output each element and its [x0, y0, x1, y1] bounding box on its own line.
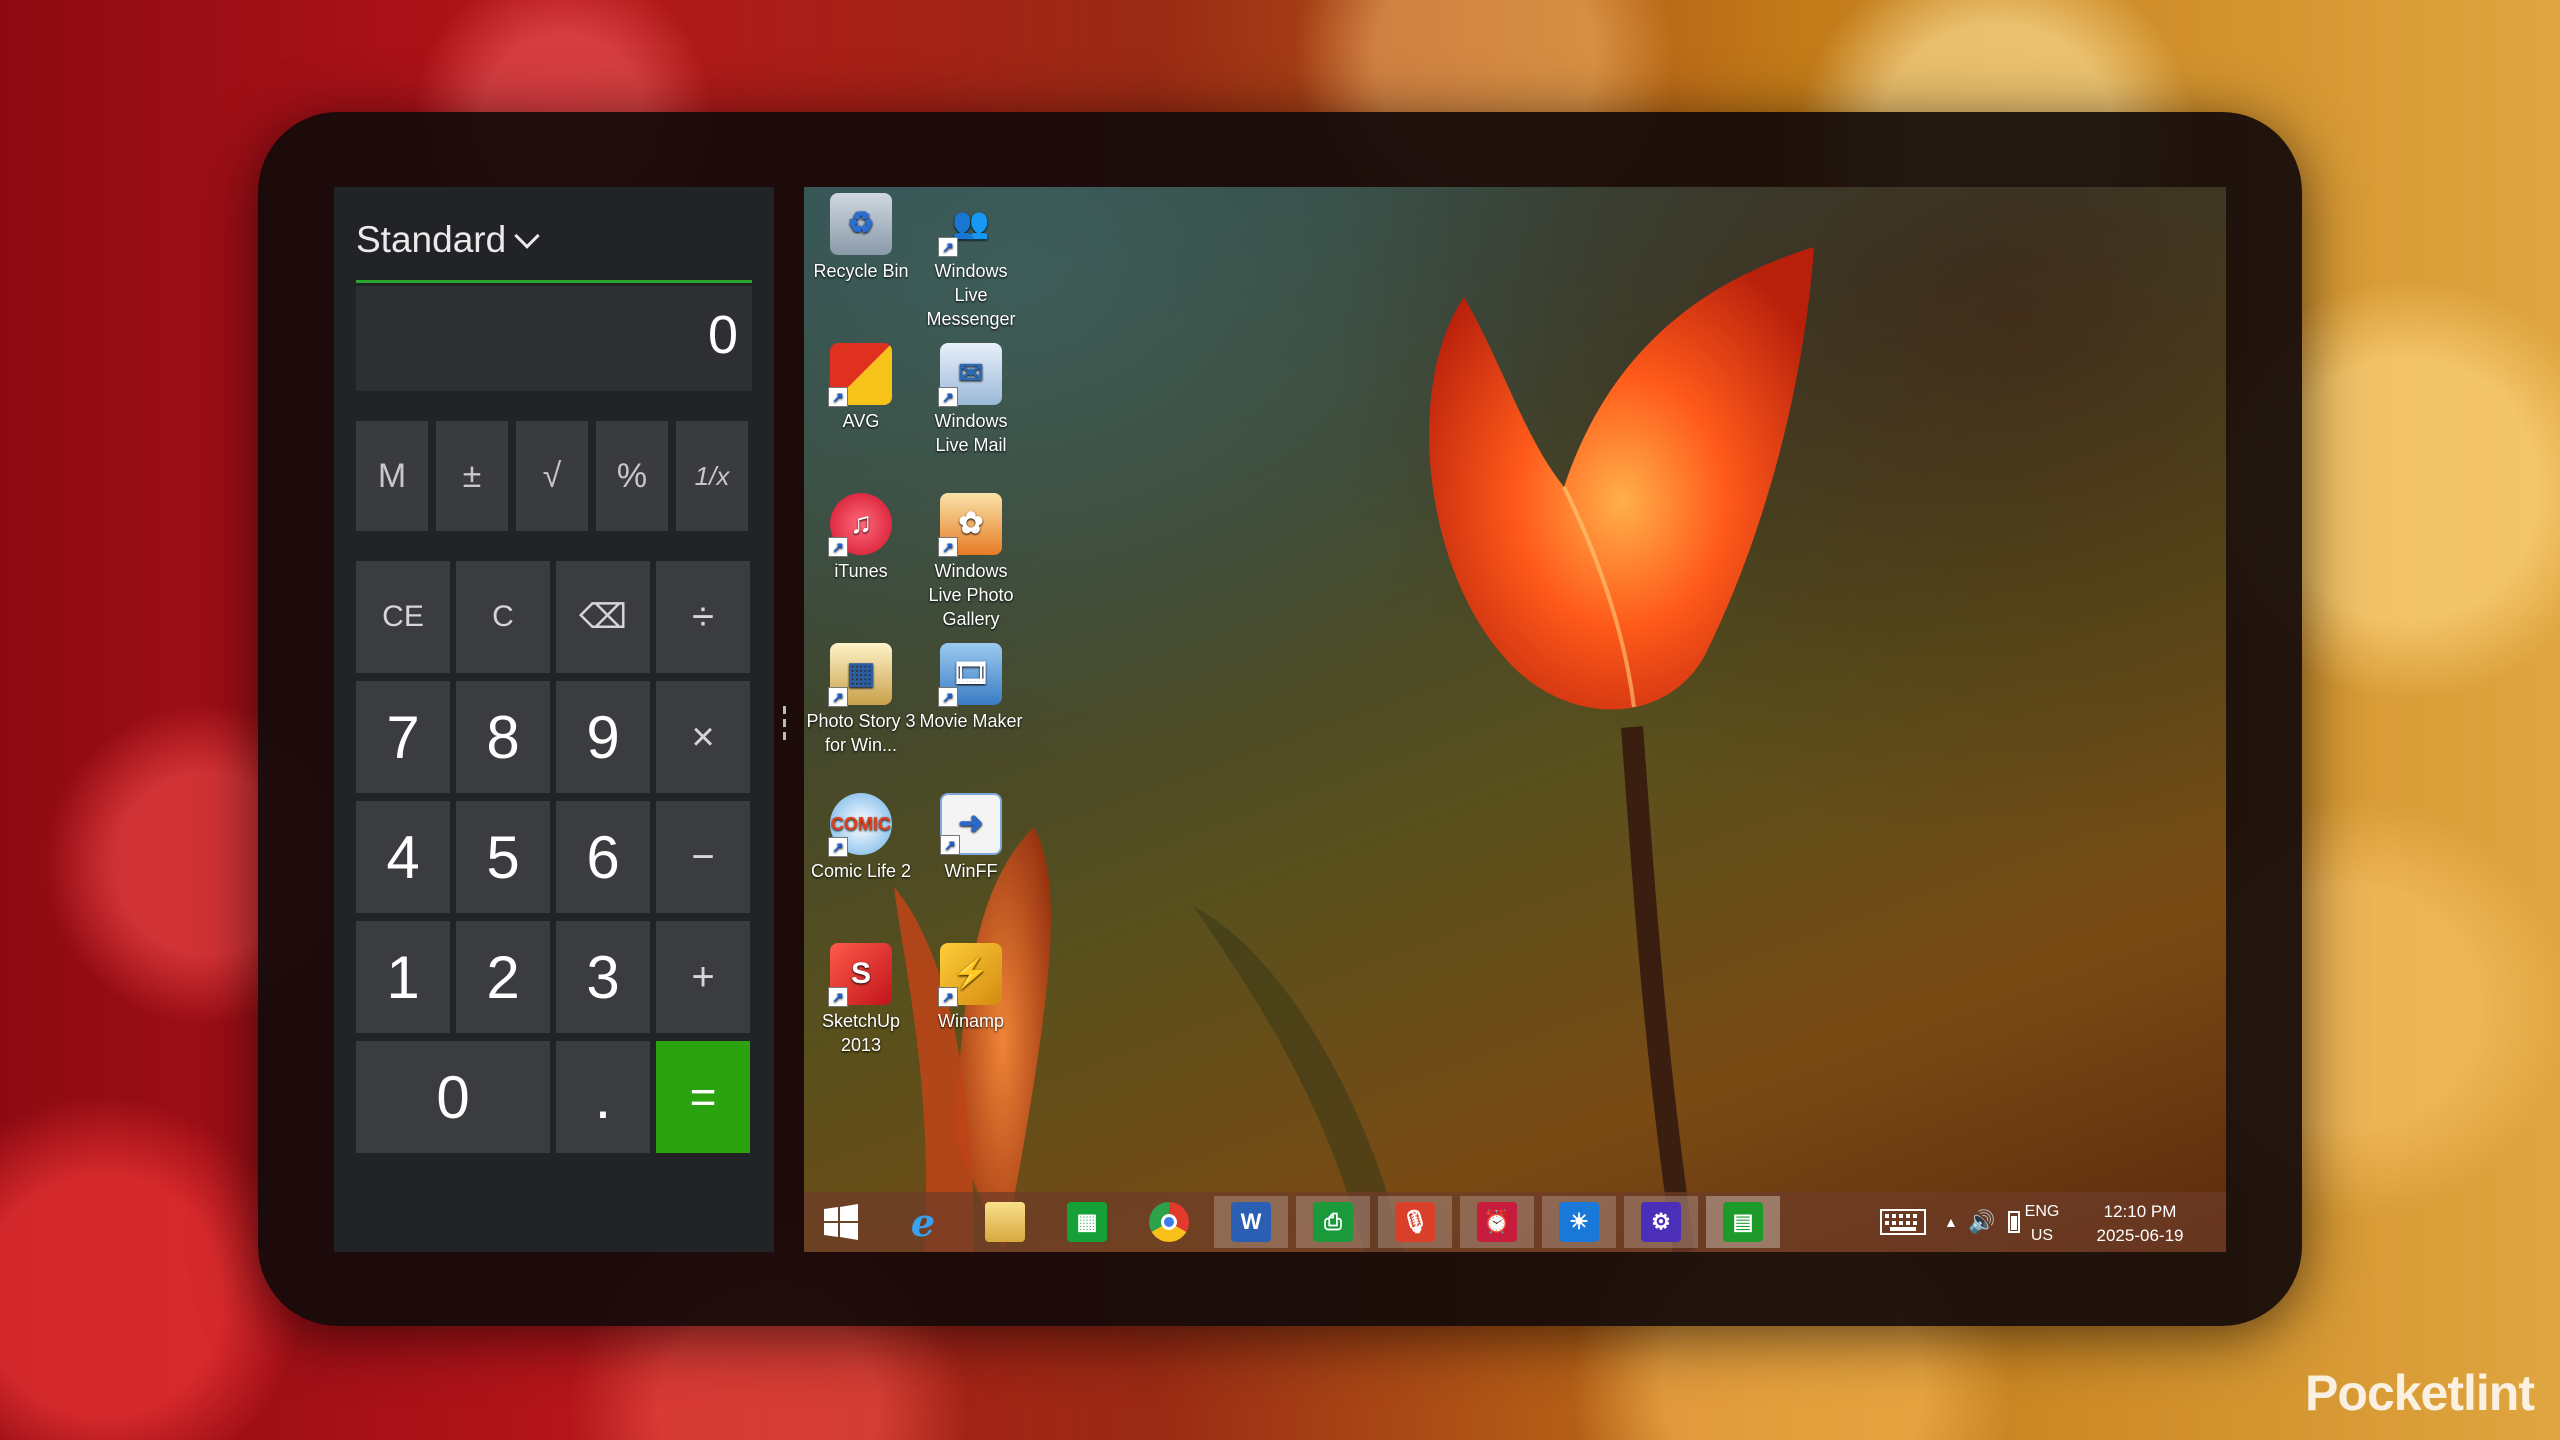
- file-explorer-icon: [985, 1202, 1025, 1242]
- desktop-icon-mail[interactable]: ✉ ↗ Windows Live Mail: [916, 337, 1026, 457]
- weather-icon: ☀: [1559, 1202, 1599, 1242]
- battery-icon: [2008, 1211, 2020, 1233]
- avg-icon: ↗: [828, 343, 892, 407]
- clock-time: 12:10 PM: [2103, 1202, 2177, 1221]
- digit-9-button[interactable]: 9: [556, 681, 650, 793]
- store-icon: ▦: [1067, 1202, 1107, 1242]
- desktop-icon-comic-life[interactable]: COMIC ↗ Comic Life 2: [806, 787, 916, 883]
- windows-start-icon: [821, 1202, 861, 1242]
- desktop-icon-photo-gallery[interactable]: ✿ ↗ Windows Live Photo Gallery: [916, 487, 1026, 631]
- subtract-button[interactable]: −: [656, 801, 750, 913]
- taskbar: e ▦ W ⎙ 🎙 ⏰ ☀ ⚙ ▤ ▲ 🔊 ENG US 12:10 PM 20…: [804, 1192, 2226, 1252]
- comic-life-icon: COMIC ↗: [828, 793, 892, 857]
- green-app-icon: ⎙: [1313, 1202, 1353, 1242]
- desktop-icon-winamp[interactable]: ⚡ ↗ Winamp: [916, 937, 1026, 1033]
- sketchup-icon: S ↗: [828, 943, 892, 1007]
- taskbar-settings[interactable]: ⚙: [1624, 1196, 1698, 1248]
- desktop-icon-recycle-bin[interactable]: ♻ Recycle Bin: [806, 187, 916, 283]
- digit-1-button[interactable]: 1: [356, 921, 450, 1033]
- taskbar-file-explorer[interactable]: [968, 1196, 1042, 1248]
- speaker-icon: 🔊: [1968, 1209, 1996, 1234]
- taskbar-internet-explorer[interactable]: e: [886, 1196, 960, 1248]
- desktop: ♻ Recycle Bin 👥 ↗ Windows Live Messenger …: [804, 187, 2226, 1252]
- winff-icon: ➜ ↗: [940, 793, 1002, 855]
- pocketlint-watermark: Pocketlint: [2305, 1365, 2535, 1421]
- equals-button[interactable]: =: [656, 1041, 750, 1153]
- winamp-icon: ⚡ ↗: [938, 943, 1002, 1007]
- clock-date: 2025-06-19: [2096, 1226, 2184, 1245]
- messenger-icon: 👥 ↗: [938, 193, 1002, 257]
- percent-button[interactable]: %: [596, 421, 668, 531]
- add-button[interactable]: +: [656, 921, 750, 1033]
- clear-button[interactable]: C: [456, 561, 550, 673]
- settings-icon: ⚙: [1641, 1202, 1681, 1242]
- chevron-down-icon: [514, 223, 540, 249]
- input-language-indicator[interactable]: ENG US: [2020, 1200, 2064, 1248]
- taskbar-chrome[interactable]: [1132, 1196, 1206, 1248]
- clear-entry-button[interactable]: CE: [356, 561, 450, 673]
- calculator-app: Standard 0 M ± √ % 1/x CE C ⌫ ÷ 7 8 9 × …: [334, 187, 774, 1252]
- keyboard-icon: [1880, 1209, 1926, 1235]
- digit-0-button[interactable]: 0: [356, 1041, 550, 1153]
- desktop-icon-messenger[interactable]: 👥 ↗ Windows Live Messenger: [916, 187, 1026, 331]
- digit-2-button[interactable]: 2: [456, 921, 550, 1033]
- taskbar-green-app[interactable]: ⎙: [1296, 1196, 1370, 1248]
- movie-maker-icon: 🎞 ↗: [938, 643, 1002, 707]
- desktop-icon-avg[interactable]: ↗ AVG: [806, 337, 916, 433]
- backspace-icon: ⌫: [578, 598, 628, 636]
- tablet-screen: Standard 0 M ± √ % 1/x CE C ⌫ ÷ 7 8 9 × …: [334, 187, 2226, 1252]
- taskbar-sound-recorder[interactable]: 🎙: [1378, 1196, 1452, 1248]
- digit-5-button[interactable]: 5: [456, 801, 550, 913]
- snap-splitter-handle[interactable]: [781, 702, 793, 744]
- recycle-bin-icon: ♻: [830, 193, 892, 255]
- itunes-icon: ♫ ↗: [828, 493, 892, 557]
- square-root-button[interactable]: √: [516, 421, 588, 531]
- negate-button[interactable]: ±: [436, 421, 508, 531]
- show-hidden-icons-button[interactable]: ▲: [1944, 1192, 1964, 1252]
- touch-keyboard-button[interactable]: [1880, 1192, 1936, 1252]
- sound-recorder-icon: 🎙: [1395, 1202, 1435, 1242]
- photo-story-icon: ▦ ↗: [828, 643, 892, 707]
- word-icon: W: [1231, 1202, 1271, 1242]
- multiply-button[interactable]: ×: [656, 681, 750, 793]
- mode-underline: [356, 280, 752, 283]
- mode-label: Standard: [356, 219, 507, 260]
- mail-icon: ✉ ↗: [938, 343, 1002, 407]
- calculator-display: 0: [356, 286, 752, 391]
- desktop-icon-itunes[interactable]: ♫ ↗ iTunes: [806, 487, 916, 583]
- backspace-button[interactable]: ⌫: [556, 561, 650, 673]
- taskbar-store[interactable]: ▦: [1050, 1196, 1124, 1248]
- divide-button[interactable]: ÷: [656, 561, 750, 673]
- desktop-icon-sketchup[interactable]: S ↗ SketchUp 2013: [806, 937, 916, 1057]
- taskbar-weather[interactable]: ☀: [1542, 1196, 1616, 1248]
- desktop-icon-winff[interactable]: ➜ ↗ WinFF: [916, 787, 1026, 883]
- taskbar-alarms[interactable]: ⏰: [1460, 1196, 1534, 1248]
- desktop-icon-movie-maker[interactable]: 🎞 ↗ Movie Maker: [916, 637, 1026, 733]
- chrome-icon: [1149, 1202, 1189, 1242]
- memory-button[interactable]: M: [356, 421, 428, 531]
- start-button[interactable]: [804, 1196, 878, 1248]
- clock[interactable]: 12:10 PM 2025-06-19: [2084, 1200, 2196, 1248]
- digit-4-button[interactable]: 4: [356, 801, 450, 913]
- internet-explorer-icon: e: [910, 1199, 936, 1245]
- mode-selector[interactable]: Standard: [356, 219, 540, 261]
- chevron-up-icon: ▲: [1944, 1214, 1958, 1230]
- digit-6-button[interactable]: 6: [556, 801, 650, 913]
- reciprocal-button[interactable]: 1/x: [676, 421, 748, 531]
- volume-button[interactable]: 🔊: [1968, 1192, 2002, 1252]
- taskbar-calculator[interactable]: ▤: [1706, 1196, 1780, 1248]
- digit-3-button[interactable]: 3: [556, 921, 650, 1033]
- desktop-icon-photo-story[interactable]: ▦ ↗ Photo Story 3 for Win...: [806, 637, 916, 757]
- decimal-button[interactable]: .: [556, 1041, 650, 1153]
- photo-gallery-icon: ✿ ↗: [938, 493, 1002, 557]
- digit-8-button[interactable]: 8: [456, 681, 550, 793]
- digit-7-button[interactable]: 7: [356, 681, 450, 793]
- calculator-icon: ▤: [1723, 1202, 1763, 1242]
- taskbar-word[interactable]: W: [1214, 1196, 1288, 1248]
- alarms-icon: ⏰: [1477, 1202, 1517, 1242]
